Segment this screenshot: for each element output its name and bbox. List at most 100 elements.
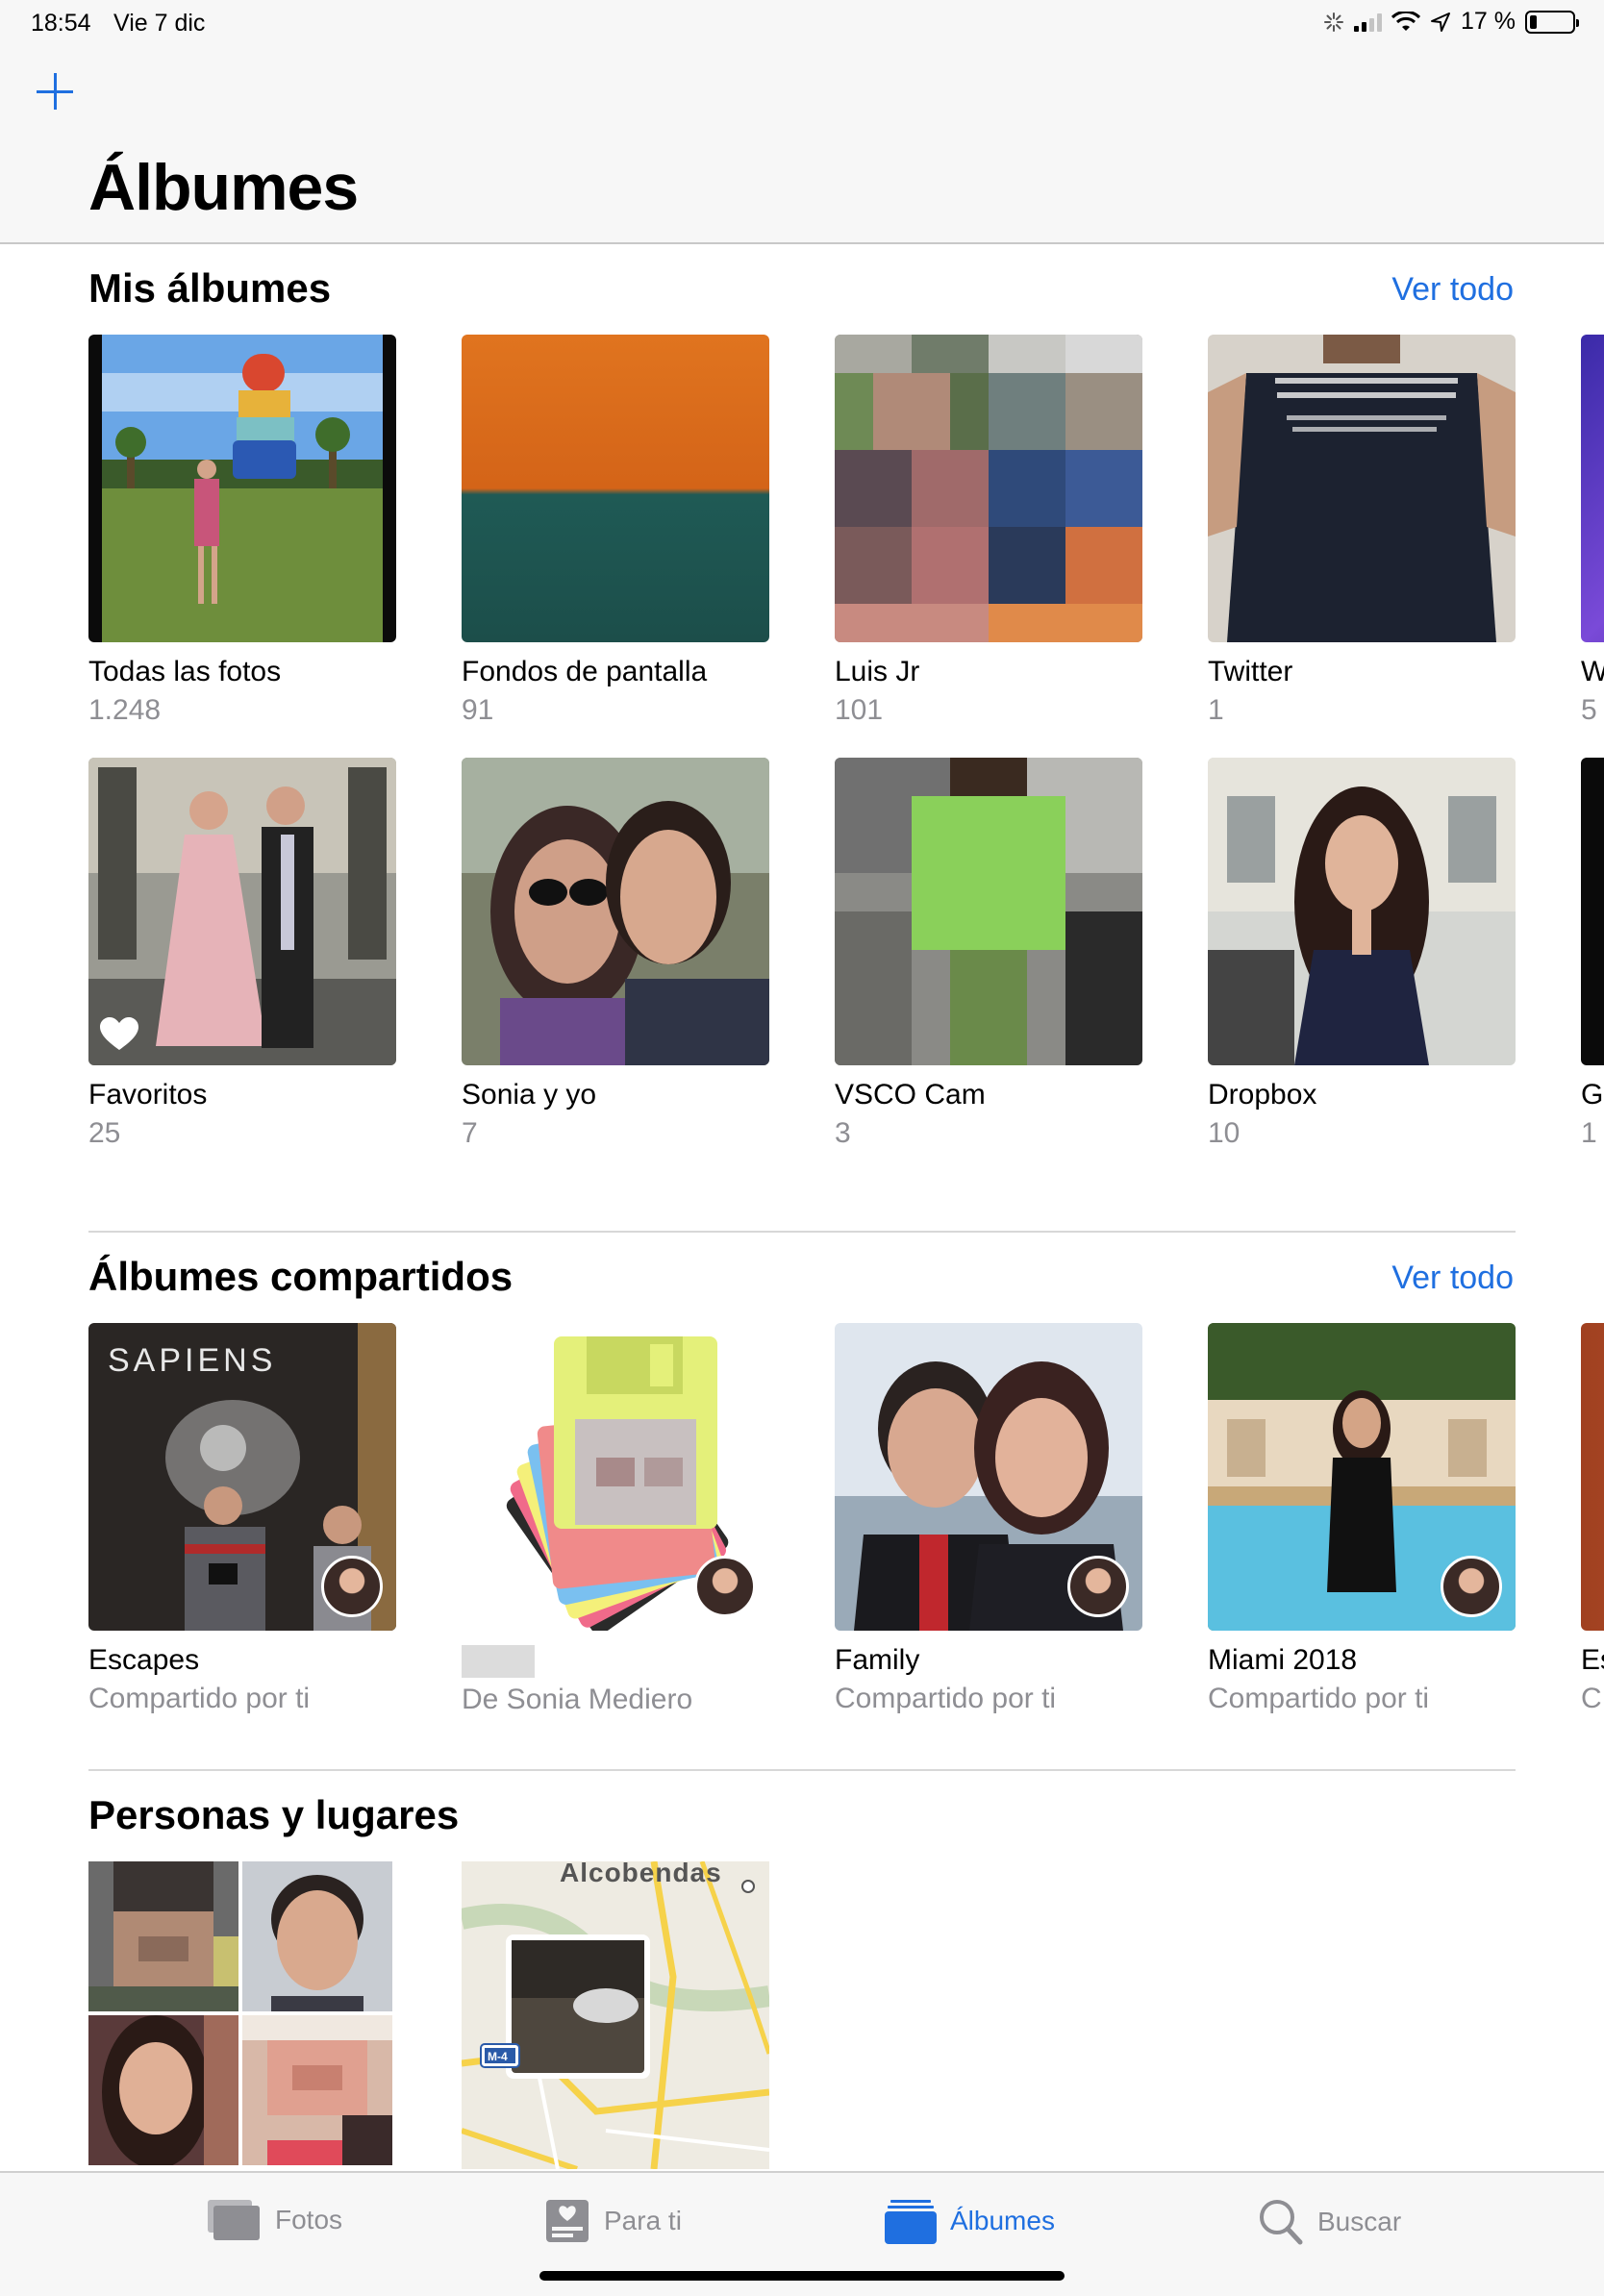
avatar <box>1067 1556 1129 1617</box>
places-map[interactable]: M-4 Alcobendas <box>462 1861 769 2169</box>
home-indicator[interactable] <box>539 2271 1065 2281</box>
album-count: 10 <box>1208 1117 1241 1149</box>
album-partial-w[interactable]: W 5 <box>1581 335 1604 727</box>
shared-album-escapes[interactable]: SAPIENS Escapes Compartido por ti <box>88 1323 396 1715</box>
status-indicators: 17 % <box>1323 8 1579 36</box>
add-album-button[interactable] <box>37 73 75 112</box>
activity-icon <box>1324 12 1344 32</box>
cellular-signal-icon <box>1354 12 1383 32</box>
avatar <box>321 1556 383 1617</box>
album-thumbnail <box>1208 1323 1516 1631</box>
photos-icon <box>208 2200 260 2240</box>
status-date: Vie 7 dic <box>113 10 206 37</box>
section-divider <box>88 1231 1516 1233</box>
album-fondos-de-pantalla[interactable]: Fondos de pantalla 91 <box>462 335 769 727</box>
album-name: W <box>1581 656 1604 687</box>
album-thumbnail <box>462 758 769 1065</box>
albums-icon <box>885 2200 937 2244</box>
album-thumbnail <box>835 1323 1142 1631</box>
road-label: M-4 <box>488 2050 508 2063</box>
person-face <box>242 1861 392 2011</box>
shared-albums-title: Álbumes compartidos <box>88 1254 514 1299</box>
album-subtitle: Compartido por ti <box>88 1683 311 1714</box>
album-subtitle: Compartido por ti <box>1208 1683 1430 1714</box>
album-thumbnail: SAPIENS <box>88 1323 396 1631</box>
album-twitter[interactable]: Twitter 1 <box>1208 335 1516 727</box>
album-count: 91 <box>462 694 494 726</box>
album-thumbnail <box>1581 758 1604 1065</box>
battery-icon <box>1525 10 1579 34</box>
person-face <box>88 1861 238 2011</box>
battery-percent: 17 % <box>1461 8 1516 35</box>
tab-label: Buscar <box>1317 2207 1402 2236</box>
avatar <box>1441 1556 1502 1617</box>
shared-album-sonia[interactable]: De Sonia Mediero <box>462 1323 769 1716</box>
album-thumbnail <box>462 1323 769 1631</box>
search-icon <box>1260 2200 1303 2245</box>
album-name: Luis Jr <box>835 656 920 687</box>
album-todas-las-fotos[interactable]: Todas las fotos 1.248 <box>88 335 396 727</box>
tab-buscar[interactable]: Buscar <box>1258 2198 1401 2246</box>
album-count: 3 <box>835 1117 851 1149</box>
tab-label: Fotos <box>275 2205 343 2234</box>
people-places-title: Personas y lugares <box>88 1792 460 1837</box>
album-count: 25 <box>88 1117 121 1149</box>
shared-album-partial[interactable]: Es C <box>1581 1323 1604 1715</box>
album-name: VSCO Cam <box>835 1079 986 1111</box>
person-face <box>242 2015 392 2165</box>
status-time: 18:54 <box>31 10 91 37</box>
album-thumbnail <box>462 335 769 642</box>
tab-albumes[interactable]: Álbumes <box>885 2198 1055 2244</box>
shared-album-miami-2018[interactable]: Miami 2018 Compartido por ti <box>1208 1323 1516 1715</box>
album-name <box>462 1644 769 1679</box>
album-thumbnail <box>1208 758 1516 1065</box>
album-thumbnail <box>88 758 396 1065</box>
section-divider <box>88 1769 1516 1771</box>
map-city-label: Alcobendas <box>560 1861 722 1887</box>
album-thumbnail <box>1208 335 1516 642</box>
tab-label: Para ti <box>604 2206 682 2235</box>
tab-fotos[interactable]: Fotos <box>206 2198 342 2242</box>
album-subtitle: De Sonia Mediero <box>462 1684 693 1716</box>
album-vsco-cam[interactable]: VSCO Cam 3 <box>835 758 1142 1150</box>
album-name: Escapes <box>88 1644 200 1676</box>
album-name: Sonia y yo <box>462 1079 597 1111</box>
svg-text:SAPIENS: SAPIENS <box>108 1342 276 1379</box>
album-subtitle: Compartido por ti <box>835 1683 1057 1714</box>
shared-albums-see-all-link[interactable]: Ver todo <box>1391 1260 1514 1297</box>
album-dropbox[interactable]: Dropbox 10 <box>1208 758 1516 1150</box>
album-thumbnail <box>835 758 1142 1065</box>
my-albums-see-all-link[interactable]: Ver todo <box>1391 271 1514 309</box>
album-name: Fondos de pantalla <box>462 656 708 687</box>
album-name: Es <box>1581 1644 1604 1676</box>
page-title: Álbumes <box>88 151 359 224</box>
avatar <box>694 1556 756 1617</box>
person-face <box>88 2015 238 2165</box>
album-name: Dropbox <box>1208 1079 1317 1111</box>
tab-label: Álbumes <box>950 2206 1055 2235</box>
wifi-icon <box>1391 11 1421 31</box>
album-name: Favoritos <box>88 1079 208 1111</box>
album-thumbnail <box>88 335 396 642</box>
location-icon <box>1431 12 1451 32</box>
album-sonia-y-yo[interactable]: Sonia y yo 7 <box>462 758 769 1150</box>
album-thumbnail <box>835 335 1142 642</box>
album-partial-g[interactable]: G 1 <box>1581 758 1604 1150</box>
people-album[interactable] <box>88 1861 396 2169</box>
tab-para-ti[interactable]: Para ti <box>544 2198 682 2244</box>
albums-screen: 18:54 Vie 7 dic 17 % Álbumes Mis álbumes… <box>0 0 1604 2296</box>
my-albums-title: Mis álbumes <box>88 265 332 311</box>
album-count: 7 <box>462 1117 478 1149</box>
status-bar: 18:54 Vie 7 dic 17 % <box>0 0 1604 46</box>
album-favoritos[interactable]: Favoritos 25 <box>88 758 396 1150</box>
album-name: G <box>1581 1079 1604 1111</box>
album-count: 1 <box>1208 694 1224 726</box>
album-name: Family <box>835 1644 920 1676</box>
album-count: 1 <box>1581 1117 1597 1149</box>
album-count: 101 <box>835 694 884 726</box>
shared-album-family[interactable]: Family Compartido por ti <box>835 1323 1142 1715</box>
album-luis-jr[interactable]: Luis Jr 101 <box>835 335 1142 727</box>
for-you-icon <box>546 2200 589 2242</box>
album-thumbnail <box>1581 335 1604 642</box>
album-thumbnail <box>1581 1323 1604 1631</box>
